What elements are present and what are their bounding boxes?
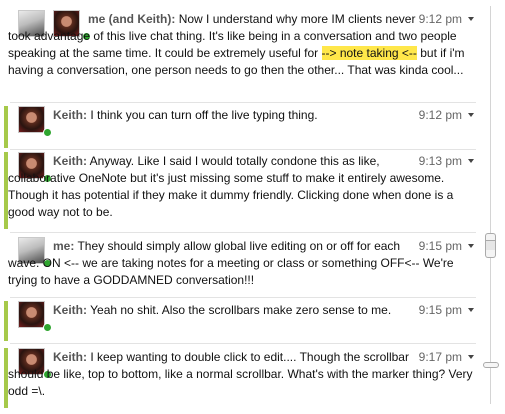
blip-separator bbox=[10, 232, 476, 233]
blip-meta: 9:15 pm bbox=[419, 302, 474, 319]
blip-separator bbox=[10, 343, 476, 344]
blip-5[interactable]: 9:17 pm Keith: I keep wanting to double … bbox=[4, 348, 478, 408]
blip-menu-caret-icon[interactable] bbox=[468, 307, 474, 312]
blip-menu-caret-icon[interactable] bbox=[468, 243, 474, 248]
blip-time: 9:12 pm bbox=[418, 108, 462, 122]
online-presence-dot bbox=[43, 128, 52, 137]
blip-separator bbox=[10, 102, 476, 103]
scroll-down-arrow-icon[interactable] bbox=[485, 250, 496, 258]
blip-author: Keith: bbox=[53, 108, 87, 122]
blip-meta: 9:15 pm bbox=[419, 238, 474, 255]
avatar-spacer bbox=[8, 302, 53, 319]
blip-meta: 9:12 pm bbox=[419, 107, 474, 124]
blip-body[interactable]: 9:15 pm me: They should simply allow glo… bbox=[8, 238, 474, 289]
blip-body[interactable]: 9:15 pm Keith: Yeah no shit. Also the sc… bbox=[8, 302, 474, 319]
blip-time: 9:13 pm bbox=[418, 154, 462, 168]
blip-author: Keith: bbox=[53, 350, 87, 364]
blip-text: They should simply allow global live edi… bbox=[8, 239, 454, 287]
blip-time: 9:15 pm bbox=[418, 239, 462, 253]
blip-time: 9:17 pm bbox=[418, 350, 462, 364]
avatar-spacer bbox=[8, 349, 53, 366]
blip-body[interactable]: 9:17 pm Keith: I keep wanting to double … bbox=[8, 349, 474, 400]
blip-2[interactable]: 9:13 pm Keith: Anyway. Like I said I wou… bbox=[4, 152, 478, 229]
scroll-track[interactable] bbox=[490, 6, 491, 404]
blip-body[interactable]: 9:13 pm Keith: Anyway. Like I said I wou… bbox=[8, 153, 474, 221]
blip-body[interactable]: 9:12 pm Keith: I think you can turn off … bbox=[8, 107, 474, 124]
blip-menu-caret-icon[interactable] bbox=[468, 16, 474, 21]
blip-author: Keith: bbox=[53, 303, 87, 317]
blip-author: Keith: bbox=[53, 154, 87, 168]
blip-body[interactable]: 9:12 pm me (and Keith): Now I understand… bbox=[8, 11, 474, 79]
blip-meta: 9:12 pm bbox=[419, 11, 474, 28]
blip-author: me: bbox=[53, 239, 75, 253]
blip-time: 9:15 pm bbox=[418, 303, 462, 317]
blip-separator bbox=[10, 149, 476, 150]
avatar-spacer bbox=[8, 153, 53, 170]
avatar-spacer bbox=[8, 11, 88, 28]
avatar-spacer bbox=[8, 107, 53, 124]
blip-meta: 9:13 pm bbox=[419, 153, 474, 170]
blip-time: 9:12 pm bbox=[418, 12, 462, 26]
blip-menu-caret-icon[interactable] bbox=[468, 112, 474, 117]
blip-1[interactable]: 9:12 pm Keith: I think you can turn off … bbox=[4, 106, 478, 148]
avatar-spacer bbox=[8, 238, 53, 255]
blip-0[interactable]: 9:12 pm me (and Keith): Now I understand… bbox=[4, 10, 478, 102]
highlighted-text: --> note taking <-- bbox=[321, 46, 417, 60]
online-presence-dot bbox=[43, 323, 52, 332]
blip-4[interactable]: 9:15 pm Keith: Yeah no shit. Also the sc… bbox=[4, 301, 478, 341]
blip-menu-caret-icon[interactable] bbox=[468, 158, 474, 163]
blip-text: Yeah no shit. Also the scrollbars make z… bbox=[90, 303, 392, 317]
blip-separator bbox=[10, 297, 476, 298]
blip-meta: 9:17 pm bbox=[419, 349, 474, 366]
blip-menu-caret-icon[interactable] bbox=[468, 354, 474, 359]
blip-3[interactable]: 9:15 pm me: They should simply allow glo… bbox=[4, 237, 478, 294]
wave-panel: 9:12 pm me (and Keith): Now I understand… bbox=[0, 0, 478, 414]
wave-scrollbar[interactable] bbox=[478, 0, 505, 414]
blip-author: me (and Keith): bbox=[88, 12, 176, 26]
blip-text: I think you can turn off the live typing… bbox=[90, 108, 318, 122]
scroll-position-marker-icon[interactable] bbox=[483, 362, 499, 368]
